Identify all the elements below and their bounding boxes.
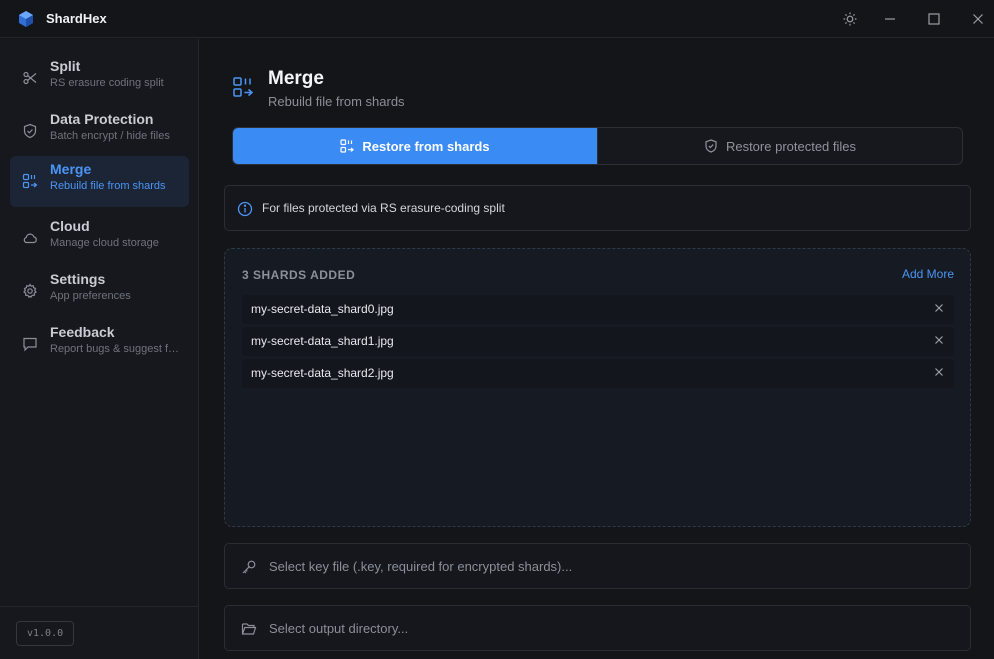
sidebar-item-data-protection[interactable]: Data Protection Batch encrypt / hide fil… xyxy=(10,106,189,157)
sun-icon xyxy=(843,12,857,26)
sidebar-item-label: Settings xyxy=(50,271,106,287)
remove-shard-icon[interactable] xyxy=(932,301,946,315)
theme-toggle-button[interactable] xyxy=(840,9,860,29)
merge-icon xyxy=(22,173,38,189)
minimize-icon xyxy=(885,18,895,20)
title-bar: ShardHex xyxy=(0,0,994,38)
restore-from-shards-tab[interactable]: Restore from shards xyxy=(233,128,597,164)
close-window-button[interactable] xyxy=(968,9,988,29)
key-file-picker[interactable]: Select key file (.key, required for encr… xyxy=(224,543,971,589)
output-directory-picker[interactable]: Select output directory... xyxy=(224,605,971,651)
shard-list-item: my-secret-data_shard2.jpg xyxy=(242,359,954,388)
gear-icon xyxy=(22,283,38,299)
main-panel: Merge Rebuild file from shards Restore f… xyxy=(200,39,994,659)
output-directory-placeholder: Select output directory... xyxy=(269,621,409,636)
remove-shard-icon[interactable] xyxy=(932,333,946,347)
cloud-icon xyxy=(22,230,38,246)
info-banner: For files protected via RS erasure-codin… xyxy=(224,185,971,231)
sidebar-item-description: Batch encrypt / hide files xyxy=(50,130,170,142)
sidebar-item-label: Split xyxy=(50,58,81,74)
tab-label: Restore from shards xyxy=(362,138,490,154)
restore-protected-files-tab[interactable]: Restore protected files xyxy=(597,128,962,164)
merge-icon xyxy=(233,77,254,97)
app-title: ShardHex xyxy=(46,11,107,26)
message-icon xyxy=(22,336,38,352)
sidebar: Split RS erasure coding split Data Prote… xyxy=(0,39,199,659)
key-icon xyxy=(242,560,256,574)
tab-label: Restore protected files xyxy=(725,138,857,154)
shield-icon xyxy=(705,139,717,153)
shard-file-name: my-secret-data_shard0.jpg xyxy=(251,302,394,316)
minimize-button[interactable] xyxy=(880,9,900,29)
shard-dropzone[interactable]: 3 SHARDS ADDED Add More my-secret-data_s… xyxy=(224,248,971,527)
folder-open-icon xyxy=(241,623,257,635)
shard-file-name: my-secret-data_shard2.jpg xyxy=(251,366,394,380)
shard-file-name: my-secret-data_shard1.jpg xyxy=(251,334,394,348)
sidebar-item-label: Cloud xyxy=(50,218,90,234)
add-more-button[interactable]: Add More xyxy=(902,267,954,281)
page-title: Merge xyxy=(268,68,324,89)
sidebar-item-description: Rebuild file from shards xyxy=(50,180,166,192)
remove-shard-icon[interactable] xyxy=(932,365,946,379)
info-icon xyxy=(237,201,253,217)
info-text: For files protected via RS erasure-codin… xyxy=(262,201,505,215)
maximize-icon xyxy=(928,13,940,25)
sidebar-item-settings[interactable]: Settings App preferences xyxy=(10,266,189,317)
sidebar-item-label: Data Protection xyxy=(50,111,154,127)
sidebar-item-split[interactable]: Split RS erasure coding split xyxy=(10,53,189,104)
maximize-button[interactable] xyxy=(924,9,944,29)
shard-list-item: my-secret-data_shard0.jpg xyxy=(242,295,954,324)
sidebar-footer: v1.0.0 xyxy=(0,606,198,659)
sidebar-item-description: Report bugs & suggest features xyxy=(50,343,182,355)
key-file-placeholder: Select key file (.key, required for encr… xyxy=(269,559,573,574)
sidebar-item-feedback[interactable]: Feedback Report bugs & suggest features xyxy=(10,319,189,370)
shield-icon xyxy=(22,123,38,139)
sidebar-item-merge[interactable]: Merge Rebuild file from shards xyxy=(10,156,189,207)
version-badge: v1.0.0 xyxy=(16,621,75,646)
shard-list-item: my-secret-data_shard1.jpg xyxy=(242,327,954,356)
app-logo-icon xyxy=(19,11,33,27)
close-icon xyxy=(973,14,983,24)
sidebar-item-description: RS erasure coding split xyxy=(50,77,164,89)
sidebar-item-description: App preferences xyxy=(50,290,131,302)
sidebar-item-label: Feedback xyxy=(50,324,115,340)
sidebar-item-cloud[interactable]: Cloud Manage cloud storage xyxy=(10,213,189,264)
restore-mode-switch: Restore from shards Restore protected fi… xyxy=(232,127,963,165)
merge-icon xyxy=(340,139,355,153)
sidebar-item-label: Merge xyxy=(50,161,92,177)
scissors-icon xyxy=(22,70,38,86)
shard-count-label: 3 SHARDS ADDED xyxy=(242,268,356,282)
sidebar-item-description: Manage cloud storage xyxy=(50,237,159,249)
page-subtitle: Rebuild file from shards xyxy=(268,94,405,109)
